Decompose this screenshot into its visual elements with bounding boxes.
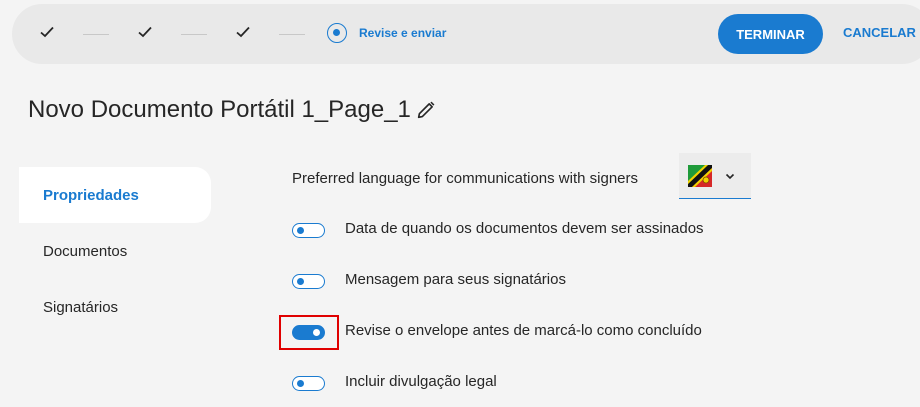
signing-date-label: Data de quando os documentos devem ser a… (345, 220, 704, 237)
toggle-row-legal-disclosure: Incluir divulgação legal (292, 371, 812, 395)
sidebar-item-documents[interactable]: Documentos (19, 223, 211, 279)
document-title: Novo Documento Portátil 1_Page_1 (28, 96, 411, 123)
step-connector (181, 34, 207, 35)
toggle-row-review-envelope: Revise o envelope antes de marcá-lo como… (292, 320, 812, 344)
sidebar: Propriedades Documentos Signatários (19, 167, 211, 335)
flag-icon (688, 164, 712, 187)
language-select[interactable] (679, 153, 751, 199)
language-label: Preferred language for communications wi… (292, 170, 639, 187)
language-row: Preferred language for communications wi… (292, 153, 752, 201)
review-envelope-label: Revise o envelope antes de marcá-lo como… (345, 322, 702, 339)
current-step-label: Revise e enviar (359, 26, 447, 40)
highlight-box (279, 315, 339, 350)
legal-disclosure-toggle[interactable] (292, 376, 325, 391)
signer-message-label: Mensagem para seus signatários (345, 271, 566, 288)
document-title-row: Novo Documento Portátil 1_Page_1 (28, 96, 437, 124)
step-connector (83, 34, 109, 35)
pencil-edit-icon[interactable] (415, 99, 437, 121)
chevron-down-icon (725, 173, 735, 179)
sidebar-item-properties[interactable]: Propriedades (19, 167, 211, 223)
toggle-row-signing-date: Data de quando os documentos devem ser a… (292, 218, 812, 242)
sidebar-item-signers[interactable]: Signatários (19, 279, 211, 335)
step-2-check-icon (138, 26, 152, 38)
toggle-row-signer-message: Mensagem para seus signatários (292, 269, 812, 293)
step-1-check-icon (40, 26, 54, 38)
step-3-check-icon (236, 26, 250, 38)
signer-message-toggle[interactable] (292, 274, 325, 289)
finish-button[interactable]: TERMINAR (718, 14, 823, 54)
cancel-button[interactable]: CANCELAR (843, 25, 916, 40)
signing-date-toggle[interactable] (292, 223, 325, 238)
current-step-radio-icon (327, 23, 347, 43)
legal-disclosure-label: Incluir divulgação legal (345, 373, 497, 390)
step-connector (279, 34, 305, 35)
